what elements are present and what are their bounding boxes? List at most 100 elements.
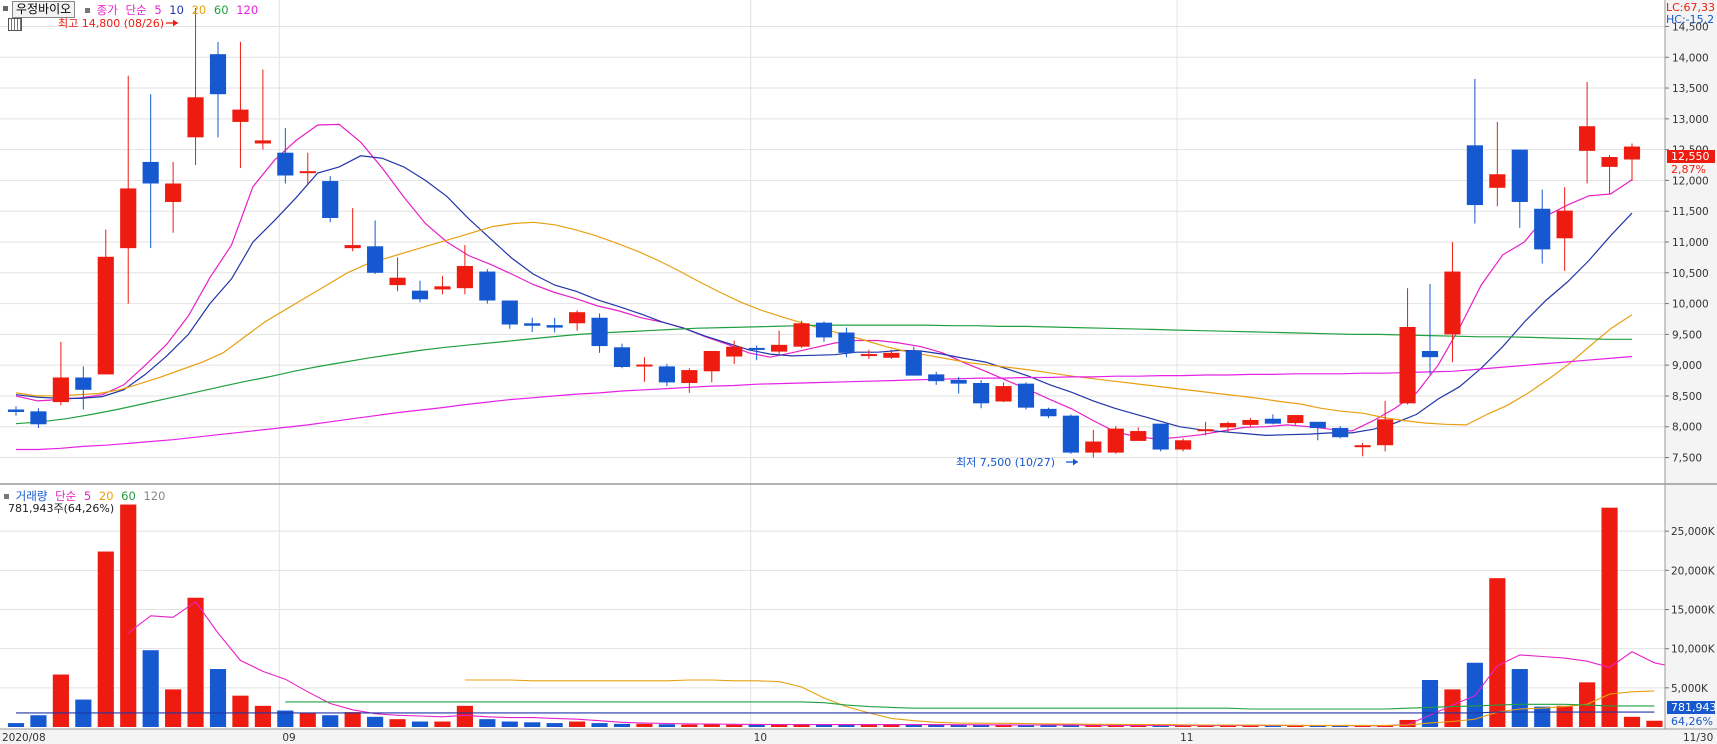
candle-body bbox=[1264, 418, 1281, 424]
candle-body bbox=[1242, 419, 1259, 425]
volume-bar bbox=[299, 712, 316, 727]
volume-tick-label: 10,000K bbox=[1671, 644, 1716, 656]
vlegend-ma20: 20 bbox=[98, 489, 114, 503]
candle-body bbox=[367, 246, 384, 273]
volume-legend-label: 거래량 bbox=[15, 489, 48, 503]
volume-bar bbox=[52, 674, 69, 727]
candle-body bbox=[591, 317, 608, 347]
volume-bar bbox=[1399, 719, 1416, 727]
volume-bar bbox=[254, 705, 271, 727]
volume-bar bbox=[1556, 705, 1573, 727]
volume-bar bbox=[950, 725, 967, 727]
legend-ma10: 10 bbox=[169, 3, 184, 17]
volume-bar bbox=[97, 551, 114, 727]
candle-body bbox=[1287, 415, 1304, 424]
candle-body bbox=[1556, 210, 1573, 239]
volume-bar bbox=[569, 721, 586, 727]
volume-bar bbox=[524, 722, 541, 727]
volume-bar bbox=[232, 695, 249, 727]
candle-body bbox=[120, 188, 137, 249]
candle-body bbox=[30, 411, 47, 425]
volume-bar bbox=[591, 723, 608, 727]
candle-body bbox=[995, 386, 1012, 402]
candle-body bbox=[838, 332, 855, 353]
candle-body bbox=[1601, 157, 1618, 167]
candle-body bbox=[748, 347, 765, 350]
price-tick-label: 7,500 bbox=[1672, 453, 1702, 465]
volume-legend-bullet-icon bbox=[4, 494, 9, 499]
candle-body bbox=[1040, 408, 1057, 417]
volume-legend[interactable]: 거래량 단순 5 20 60 120 bbox=[4, 488, 169, 504]
candle-body bbox=[905, 350, 922, 376]
candle-body bbox=[1130, 431, 1147, 441]
x-tick-label: 11/30 bbox=[1683, 732, 1713, 744]
candle-body bbox=[344, 245, 361, 249]
candle-body bbox=[1062, 415, 1079, 453]
candle-body bbox=[7, 409, 25, 412]
candle-body bbox=[1534, 208, 1551, 250]
price-legend-bullet-icon bbox=[85, 8, 90, 13]
x-tick-label: 11 bbox=[1180, 732, 1193, 744]
volume-bar bbox=[434, 721, 451, 727]
price-legend-label: 종가 bbox=[96, 3, 118, 17]
volume-bar bbox=[344, 712, 361, 727]
stock-name-button[interactable]: 우정바이오 bbox=[12, 1, 76, 18]
candle-body bbox=[75, 377, 92, 390]
candle-body bbox=[1511, 149, 1528, 202]
volume-bars[interactable] bbox=[7, 504, 1663, 727]
candle-body bbox=[928, 374, 945, 382]
candle-body bbox=[1623, 146, 1641, 160]
candle-body bbox=[703, 350, 720, 372]
candle-body bbox=[1309, 421, 1326, 428]
current-price-value: 12,550 bbox=[1671, 150, 1710, 163]
volume-tick-label: 15,000K bbox=[1671, 605, 1716, 617]
candle-body bbox=[1152, 423, 1169, 450]
volume-bar bbox=[681, 724, 698, 727]
candle-body bbox=[52, 377, 69, 403]
volume-tick-label: 20,000K bbox=[1671, 565, 1716, 577]
candle-body bbox=[1399, 326, 1416, 404]
volume-bar bbox=[771, 724, 788, 727]
volume-bar bbox=[322, 715, 339, 727]
volume-bar bbox=[30, 715, 47, 727]
candle-body bbox=[479, 271, 496, 301]
candle-body bbox=[501, 300, 518, 325]
candle-body bbox=[950, 379, 967, 384]
high-annotation: 최고 14,800 (08/26) bbox=[58, 17, 178, 30]
volume-bar bbox=[1421, 680, 1439, 727]
volume-bar bbox=[456, 705, 473, 727]
volume-bar bbox=[389, 719, 406, 727]
volume-grid bbox=[0, 530, 1665, 689]
price-tick-label: 13,000 bbox=[1672, 114, 1709, 126]
volume-bar bbox=[209, 669, 227, 727]
candle-body bbox=[1219, 423, 1237, 428]
volume-bar bbox=[1040, 725, 1057, 727]
table-icon[interactable] bbox=[8, 18, 22, 31]
legend-ma5: 5 bbox=[154, 3, 162, 17]
volume-bar bbox=[165, 689, 182, 727]
candle-body bbox=[322, 181, 339, 218]
volume-bar bbox=[187, 597, 204, 727]
candle-body bbox=[524, 323, 541, 326]
volume-bar bbox=[142, 650, 159, 727]
volume-bar bbox=[367, 716, 384, 727]
price-legend-method: 단순 bbox=[125, 3, 147, 17]
volume-bar bbox=[120, 504, 137, 727]
volume-bar bbox=[726, 724, 743, 727]
menu-bullet-icon[interactable] bbox=[3, 6, 8, 11]
low-label: 최저 7,500 (10/27) bbox=[956, 456, 1055, 469]
candle-body bbox=[254, 140, 271, 144]
candle-body bbox=[1377, 419, 1394, 446]
price-tick-label: 8,500 bbox=[1672, 391, 1702, 403]
candle-body bbox=[1085, 441, 1102, 453]
price-legend[interactable]: 종가 단순 5 10 20 60 120 bbox=[85, 2, 262, 18]
candle-body bbox=[1332, 427, 1349, 438]
candle-body bbox=[1175, 440, 1192, 450]
candle-body bbox=[1421, 350, 1439, 358]
volume-bar bbox=[546, 723, 563, 727]
candle-body bbox=[232, 109, 249, 122]
stock-chart[interactable]: 7,500 8,000 8,500 9,000 9,500 10,000 10,500 11,… bbox=[0, 0, 1717, 744]
volume-bar bbox=[1646, 720, 1663, 727]
candle-body bbox=[1466, 145, 1483, 206]
candle-body bbox=[1489, 174, 1506, 188]
